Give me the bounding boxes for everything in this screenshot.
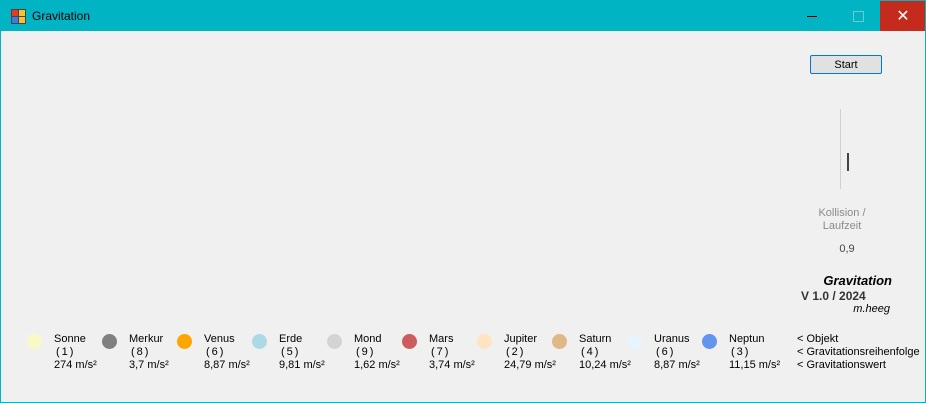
- app-icon: [11, 9, 26, 24]
- planet-name: Jupiter: [504, 333, 538, 345]
- planet-gravity-order: (6): [206, 346, 226, 358]
- planet-gravity-order: (3): [731, 346, 751, 358]
- minimize-button[interactable]: [789, 1, 835, 31]
- app-name-label: Gravitation: [823, 273, 892, 288]
- planet-color-dot: [252, 334, 267, 349]
- planet-color-dot: [27, 334, 42, 349]
- planet-color-dot: [702, 334, 717, 349]
- planet-gravity-order: (9): [356, 346, 376, 358]
- planet-gravity-order: (1): [56, 346, 76, 358]
- planet-gravity-value: 3,74 m/s²: [429, 359, 475, 371]
- planet-color-dot: [552, 334, 567, 349]
- collision-slider-track[interactable]: [840, 109, 841, 189]
- planet-color-dot: [477, 334, 492, 349]
- planet-gravity-order: (2): [506, 346, 526, 358]
- legend-wert: < Gravitationswert: [797, 359, 886, 371]
- planet-name: Uranus: [654, 333, 690, 345]
- planet-gravity-value: 10,24 m/s²: [579, 359, 631, 371]
- planet-gravity-order: (8): [131, 346, 151, 358]
- planet-gravity-value: 1,62 m/s²: [354, 359, 400, 371]
- planet-name: Neptun: [729, 333, 765, 345]
- planet-gravity-value: 8,87 m/s²: [654, 359, 700, 371]
- planet-name: Saturn: [579, 333, 612, 345]
- kollision-laufzeit-label: Kollision / Laufzeit: [811, 207, 873, 233]
- legend: < Objekt < Gravitationsreihenfolge < Gra…: [797, 333, 920, 372]
- planet-color-dot: [102, 334, 117, 349]
- legend-reihenfolge: < Gravitationsreihenfolge: [797, 346, 920, 358]
- planet-gravity-value: 8,87 m/s²: [204, 359, 250, 371]
- close-icon: ✕: [896, 8, 910, 25]
- planet-name: Mars: [429, 333, 454, 345]
- planet-name: Sonne: [54, 333, 86, 345]
- planet-gravity-order: (4): [581, 346, 601, 358]
- planet-color-dot: [327, 334, 342, 349]
- planet-gravity-value: 3,7 m/s²: [129, 359, 169, 371]
- maximize-icon: [852, 10, 864, 22]
- planet-gravity-order: (6): [656, 346, 676, 358]
- planet-name: Merkur: [129, 333, 164, 345]
- kollision-value: 0,9: [839, 243, 855, 255]
- planet-gravity-value: 9,81 m/s²: [279, 359, 325, 371]
- start-button[interactable]: Start: [810, 55, 882, 74]
- planet-gravity-value: 11,15 m/s²: [729, 359, 781, 371]
- planet-name: Erde: [279, 333, 303, 345]
- legend-objekt: < Objekt: [797, 333, 839, 345]
- planet-color-dot: [402, 334, 417, 349]
- app-window: Gravitation ✕ Start Kollision / Laufzeit…: [0, 0, 926, 403]
- collision-slider-thumb[interactable]: [847, 153, 849, 171]
- kollision-label-line2: Laufzeit: [822, 220, 862, 232]
- planet-gravity-order: (7): [431, 346, 451, 358]
- planet-color-dot: [177, 334, 192, 349]
- close-button[interactable]: ✕: [880, 1, 925, 31]
- planet-color-dot: [627, 334, 642, 349]
- window-title: Gravitation: [32, 9, 91, 23]
- planet-gravity-order: (5): [281, 346, 301, 358]
- kollision-label-line1: Kollision /: [818, 207, 866, 219]
- planet-gravity-value: 274 m/s²: [54, 359, 97, 371]
- planet-name: Venus: [204, 333, 235, 345]
- planet-name: Mond: [354, 333, 382, 345]
- maximize-button[interactable]: [835, 1, 881, 31]
- planet-gravity-value: 24,79 m/s²: [504, 359, 556, 371]
- minimize-icon: [807, 15, 817, 17]
- title-bar[interactable]: Gravitation ✕: [1, 1, 925, 31]
- author-label: m.heeg: [853, 303, 890, 315]
- version-label: V 1.0 / 2024: [801, 289, 866, 303]
